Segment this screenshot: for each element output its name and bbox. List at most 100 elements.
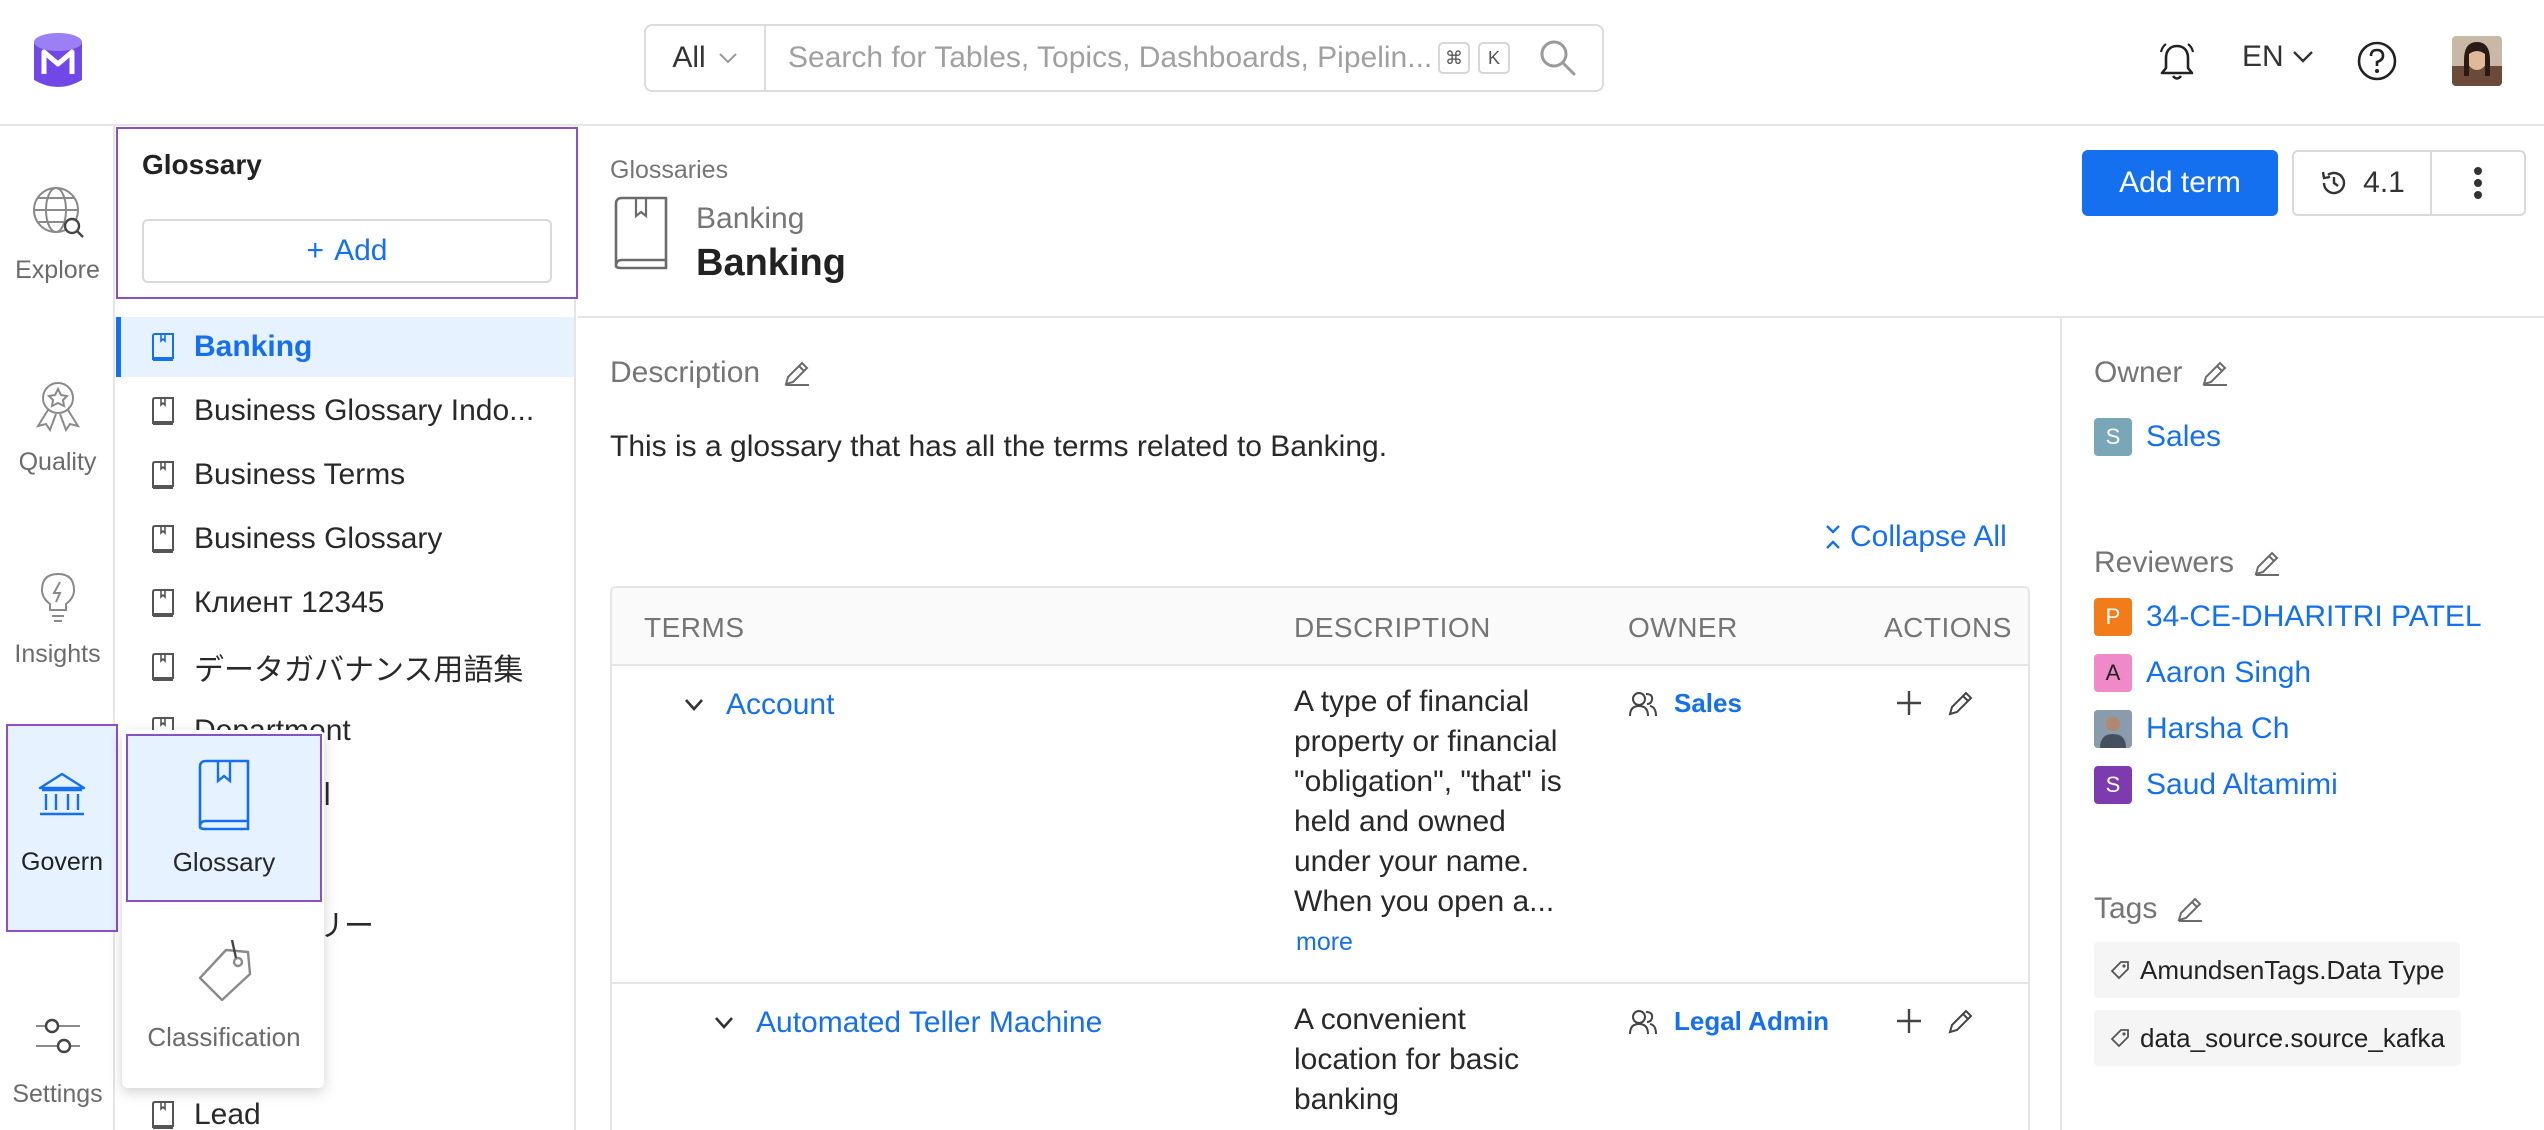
header-divider <box>578 316 2544 318</box>
nav-govern-label: Govern <box>21 848 103 876</box>
sidebar-item-label: データガバナンス用語集 <box>194 654 524 687</box>
nav-govern[interactable]: Govern <box>6 724 118 932</box>
settings-sliders-icon <box>35 1018 80 1054</box>
edit-pencil-icon[interactable] <box>1946 688 1976 718</box>
chevron-down-icon[interactable] <box>714 1016 734 1030</box>
tags-section-header: Tags <box>2094 892 2205 926</box>
nav-insights[interactable]: Insights <box>0 566 115 669</box>
nav-explore-label: Explore <box>15 256 100 284</box>
reviewer-name[interactable]: Aaron Singh <box>2146 656 2311 690</box>
more-options-button[interactable] <box>2432 152 2524 214</box>
nav-settings[interactable]: Settings <box>0 1006 115 1109</box>
edit-pencil-icon[interactable] <box>2252 548 2282 578</box>
sidebar-title: Glossary <box>142 149 262 180</box>
glossary-sidebar-header: Glossary + Add <box>116 127 578 299</box>
edit-pencil-icon[interactable] <box>1946 1006 1976 1036</box>
app-logo[interactable] <box>28 28 88 94</box>
glossary-book-icon <box>614 196 668 270</box>
version-label: 4.1 <box>2363 166 2405 199</box>
flyout-glossary-label: Glossary <box>172 846 276 877</box>
owner-entry[interactable]: S Sales <box>2094 418 2221 456</box>
nav-settings-label: Settings <box>12 1080 103 1108</box>
nav-quality[interactable]: Quality <box>0 374 115 477</box>
row-actions <box>1894 688 1976 718</box>
owner-section-header: Owner <box>2094 356 2230 390</box>
search-input[interactable] <box>766 26 1438 90</box>
tag-icon <box>2110 961 2129 980</box>
glossary-book-icon <box>152 653 174 681</box>
sidebar-item-glossary[interactable]: Lead <box>116 1085 574 1130</box>
tag-chip[interactable]: AmundsenTags.Data Type <box>2094 942 2461 998</box>
term-automated-teller-machine[interactable]: Automated Teller Machine <box>714 1006 1102 1040</box>
language-label: EN <box>2242 40 2284 73</box>
owner-name[interactable]: Sales <box>1674 688 1742 719</box>
tag-chip[interactable]: data_source.source_kafka <box>2094 1010 2461 1066</box>
plus-icon: + <box>306 234 325 267</box>
term-account[interactable]: Account <box>684 688 834 722</box>
more-link[interactable]: more <box>1296 922 1594 962</box>
sidebar-item-glossary[interactable]: データガバナンス用語集 <box>116 637 574 697</box>
reviewer-entry[interactable]: S Saud Altamimi <box>2094 766 2338 804</box>
term-name-label[interactable]: Automated Teller Machine <box>756 1006 1102 1040</box>
column-header-terms: TERMS <box>644 612 745 643</box>
notification-bell-icon[interactable] <box>2158 42 2196 82</box>
owner-name[interactable]: Sales <box>2146 420 2221 454</box>
collapse-all-button[interactable]: Collapse All <box>1824 520 2007 554</box>
description-line: property or financial <box>1294 725 1558 758</box>
sidebar-item-glossary[interactable]: Business Glossary <box>116 509 574 569</box>
nav-explore[interactable]: Explore <box>0 182 115 285</box>
glossary-book-icon <box>152 333 174 361</box>
sidebar-item-glossary[interactable]: Business Terms <box>116 445 574 505</box>
sidebar-item-label: Lead <box>194 1098 261 1130</box>
term-owner[interactable]: Legal Admin <box>1628 1006 1829 1037</box>
search-scope-dropdown[interactable]: All <box>646 26 766 90</box>
edit-pencil-icon[interactable] <box>2200 358 2230 388</box>
classification-tag-icon <box>198 939 252 1001</box>
reviewer-name[interactable]: 34-CE-DHARITRI PATEL <box>2146 600 2482 634</box>
edit-pencil-icon[interactable] <box>2175 894 2205 924</box>
command-key-icon: ⌘ <box>1438 42 1470 74</box>
shortcut-key: K <box>1478 42 1510 74</box>
search-bar: All ⌘ K <box>644 24 1604 92</box>
table-row: Account A type of financial property or … <box>612 666 2028 984</box>
reviewer-name[interactable]: Saud Altamimi <box>2146 768 2338 802</box>
search-scope-label: All <box>672 41 706 74</box>
column-header-description: DESCRIPTION <box>1294 612 1491 643</box>
add-glossary-button[interactable]: + Add <box>142 219 552 283</box>
reviewer-entry[interactable]: A Aaron Singh <box>2094 654 2311 692</box>
add-child-term-icon[interactable] <box>1894 688 1924 718</box>
chevron-down-icon[interactable] <box>684 698 704 712</box>
description-line: location for basic <box>1294 1043 1520 1076</box>
sidebar-item-glossary[interactable]: Business Glossary Indo... <box>116 381 574 441</box>
glossary-book-icon <box>152 397 174 425</box>
version-history-button[interactable]: 4.1 <box>2294 152 2432 214</box>
reviewer-name[interactable]: Harsha Ch <box>2146 712 2289 746</box>
avatar: S <box>2094 418 2132 456</box>
avatar <box>2094 710 2132 748</box>
edit-pencil-icon[interactable] <box>782 358 812 388</box>
user-avatar[interactable] <box>2452 36 2502 86</box>
owner-name[interactable]: Legal Admin <box>1674 1006 1829 1037</box>
add-child-term-icon[interactable] <box>1894 1006 1924 1036</box>
sidebar-item-label: Banking <box>194 330 313 363</box>
description-header: Description <box>610 356 812 390</box>
sidebar-item-glossary[interactable]: Клиент 12345 <box>116 573 574 633</box>
flyout-item-glossary[interactable]: Glossary <box>126 734 322 902</box>
search-icon[interactable] <box>1536 36 1580 80</box>
term-name-label[interactable]: Account <box>726 688 834 722</box>
reviewer-entry[interactable]: Harsha Ch <box>2094 710 2289 748</box>
breadcrumb[interactable]: Glossaries <box>610 156 728 185</box>
glossary-book-icon <box>152 525 174 553</box>
sidebar-item-glossary[interactable]: Banking <box>116 317 574 377</box>
add-glossary-label: Add <box>334 234 388 267</box>
language-selector[interactable]: EN <box>2242 40 2314 74</box>
flyout-item-classification[interactable]: Classification <box>126 910 322 1080</box>
reviewer-entry[interactable]: P 34-CE-DHARITRI PATEL <box>2094 598 2482 636</box>
table-row: Automated Teller Machine A convenient lo… <box>612 984 2028 1130</box>
term-owner[interactable]: Sales <box>1628 688 1742 719</box>
add-term-button[interactable]: Add term <box>2082 150 2278 216</box>
tags-label: Tags <box>2094 892 2158 925</box>
collapse-all-label: Collapse All <box>1850 520 2007 553</box>
help-icon[interactable] <box>2356 40 2398 82</box>
version-button-group: 4.1 <box>2292 150 2526 216</box>
